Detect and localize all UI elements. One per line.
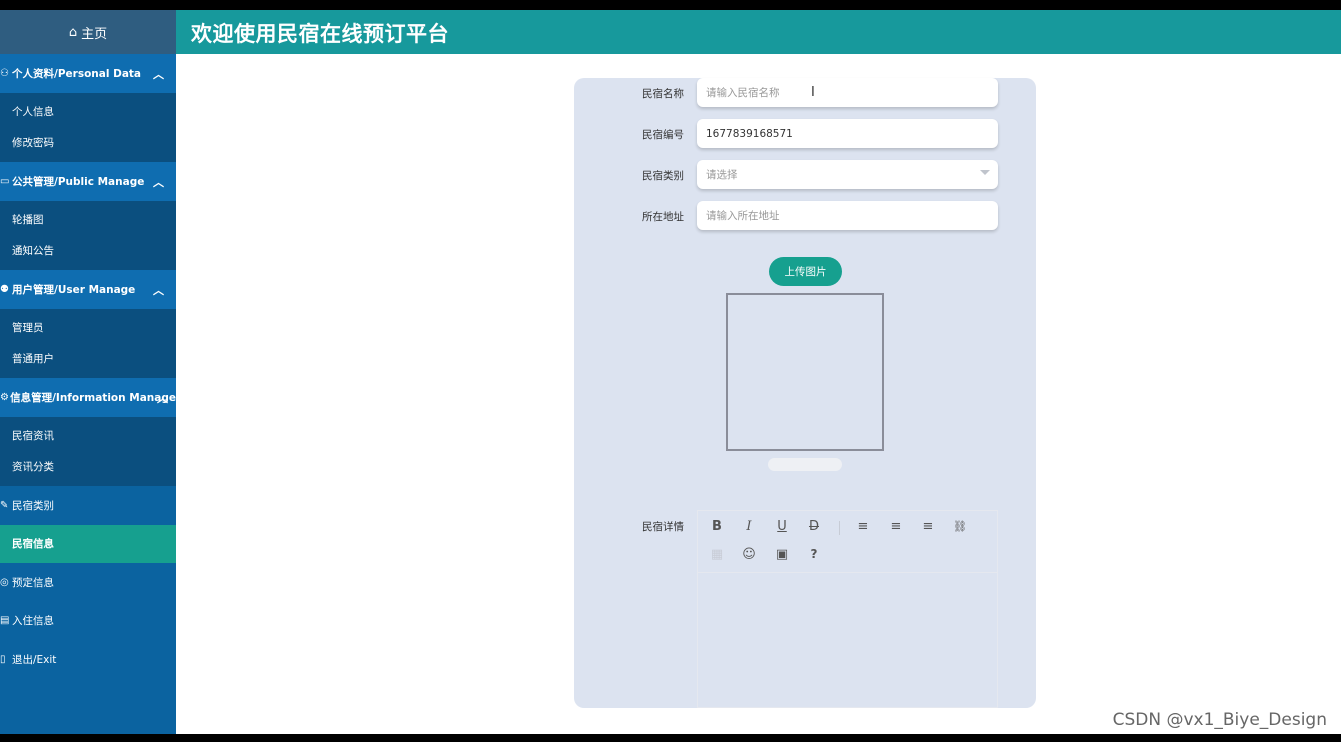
link-icon[interactable]: ⛓ [950,516,970,536]
bold-icon[interactable]: B [707,516,727,536]
sidebar-item-homestay-info[interactable]: 民宿信息 [0,524,176,563]
form-row-name: 民宿名称 请输入民宿名称 I [574,78,1036,108]
link-icon: ✎ [0,499,9,511]
sidebar-item-normal-users[interactable]: 普通用户 [0,343,176,374]
submenu-info: 民宿资讯 资讯分类 [0,417,176,486]
menu-group-label: 公共管理/Public Manage [12,176,145,188]
watermark: CSDN @vx1_Biye_Design [1112,710,1327,730]
underline-icon[interactable]: U [772,516,792,536]
settings-icon: ◎ [0,576,9,588]
app-window: ⌂ 主页 ⚇ 个人资料/Personal Data ︿ 个人信息 修改密码 ▭ … [0,10,1341,734]
sidebar-item-notices[interactable]: 通知公告 [0,235,176,266]
sidebar-item-change-password[interactable]: 修改密码 [0,127,176,158]
submenu-public: 轮播图 通知公告 [0,201,176,270]
submenu-users: 管理员 普通用户 [0,309,176,378]
sidebar-item-carousel[interactable]: 轮播图 [0,204,176,235]
text-cursor-icon: I [811,85,815,100]
form-row-code: 民宿编号 1677839168571 [574,119,1036,149]
chevron-up-icon: ︿ [153,68,164,81]
home-label: 主页 [81,26,108,42]
sidebar-item-exit[interactable]: ▯ 退出/Exit [0,640,176,679]
homestay-form: 民宿名称 请输入民宿名称 I 民宿编号 1677839168571 民宿类别 请… [574,78,1036,708]
bottom-bar [0,734,1341,742]
menu-group-label: 用户管理/User Manage [12,284,136,296]
align-left-icon[interactable]: ≡ [853,516,873,536]
form-row-category: 民宿类别 请选择 [574,160,1036,190]
menu-group-personal-data[interactable]: ⚇ 个人资料/Personal Data ︿ [0,54,176,93]
chevron-up-icon: ︿ [157,392,168,405]
page-title: 欢迎使用民宿在线预订平台 [191,22,449,46]
menu-item-label: 民宿类别 [12,499,54,512]
address-placeholder: 请输入所在地址 [706,210,780,222]
menu-item-label: 民宿信息 [12,538,54,551]
user-gear-icon: ⚉ [0,284,9,295]
sidebar-item-checkin-info[interactable]: ▤ 入住信息 [0,602,176,641]
menu-item-label: 预定信息 [12,576,54,589]
upload-image-button[interactable]: 上传图片 [769,257,842,286]
detail-label: 民宿详情 [642,521,684,533]
category-select[interactable]: 请选择 [697,160,998,189]
monitor-icon: ▭ [0,176,10,187]
category-placeholder: 请选择 [706,169,738,181]
chevron-up-icon: ︿ [153,176,164,189]
editor-content-area[interactable] [698,573,997,707]
menu-group-information-manage[interactable]: ⚙ 信息管理/Information Manage ︿ [0,378,176,417]
align-center-icon[interactable]: ≡ [886,516,906,536]
toolbar-separator [839,521,840,535]
submenu-personal: 个人信息 修改密码 [0,93,176,162]
sidebar-item-homestay-news[interactable]: 民宿资讯 [0,420,176,451]
sidebar-item-admins[interactable]: 管理员 [0,312,176,343]
editor-toolbar: B I U D ≡ ≡ ≡ ⛓ ▦ ☺ ▣ ? [698,511,997,573]
chevron-down-icon [980,170,990,175]
menu-group-label: 个人资料/Personal Data [12,68,142,80]
name-placeholder: 请输入民宿名称 [706,87,780,99]
image-icon[interactable]: ▣ [772,544,792,564]
unlink-icon: ▦ [710,546,724,562]
name-input[interactable]: 请输入民宿名称 I [697,78,998,107]
address-input[interactable]: 请输入所在地址 [697,201,998,230]
menu-group-user-manage[interactable]: ⚉ 用户管理/User Manage ︿ [0,270,176,309]
sidebar: ⌂ 主页 ⚇ 个人资料/Personal Data ︿ 个人信息 修改密码 ▭ … [0,10,176,734]
italic-icon[interactable]: I [739,516,759,536]
menu-group-public-manage[interactable]: ▭ 公共管理/Public Manage ︿ [0,162,176,201]
menu-group-label: 信息管理/Information Manage [10,392,176,404]
clipboard-icon: ▤ [0,615,10,627]
rich-text-editor: B I U D ≡ ≡ ≡ ⛓ ▦ ☺ ▣ ? [697,510,998,708]
menu-item-label: 入住信息 [12,615,54,628]
code-input[interactable]: 1677839168571 [697,119,998,148]
menu-item-label: 退出/Exit [12,653,57,666]
strikethrough-icon[interactable]: D [804,516,824,536]
chevron-up-icon: ︿ [153,284,164,297]
help-icon[interactable]: ? [804,544,824,564]
home-link[interactable]: ⌂ 主页 [0,10,176,54]
form-row-address: 所在地址 请输入所在地址 [574,201,1036,231]
align-right-icon[interactable]: ≡ [918,516,938,536]
sidebar-item-news-category[interactable]: 资讯分类 [0,451,176,482]
home-icon: ⌂ [68,24,78,40]
emoji-icon[interactable]: ☺ [739,544,759,564]
image-preview [726,293,884,451]
gear-icon: ⚙ [0,392,9,403]
top-header: 欢迎使用民宿在线预订平台 [176,10,1341,54]
sidebar-item-booking-info[interactable]: ◎ 预定信息 [0,563,176,602]
image-remove-pill[interactable] [768,458,842,471]
person-icon: ⚇ [0,68,9,79]
exit-icon: ▯ [0,653,6,665]
sidebar-item-personal-info[interactable]: 个人信息 [0,96,176,127]
sidebar-item-homestay-category[interactable]: ✎ 民宿类别 [0,486,176,525]
